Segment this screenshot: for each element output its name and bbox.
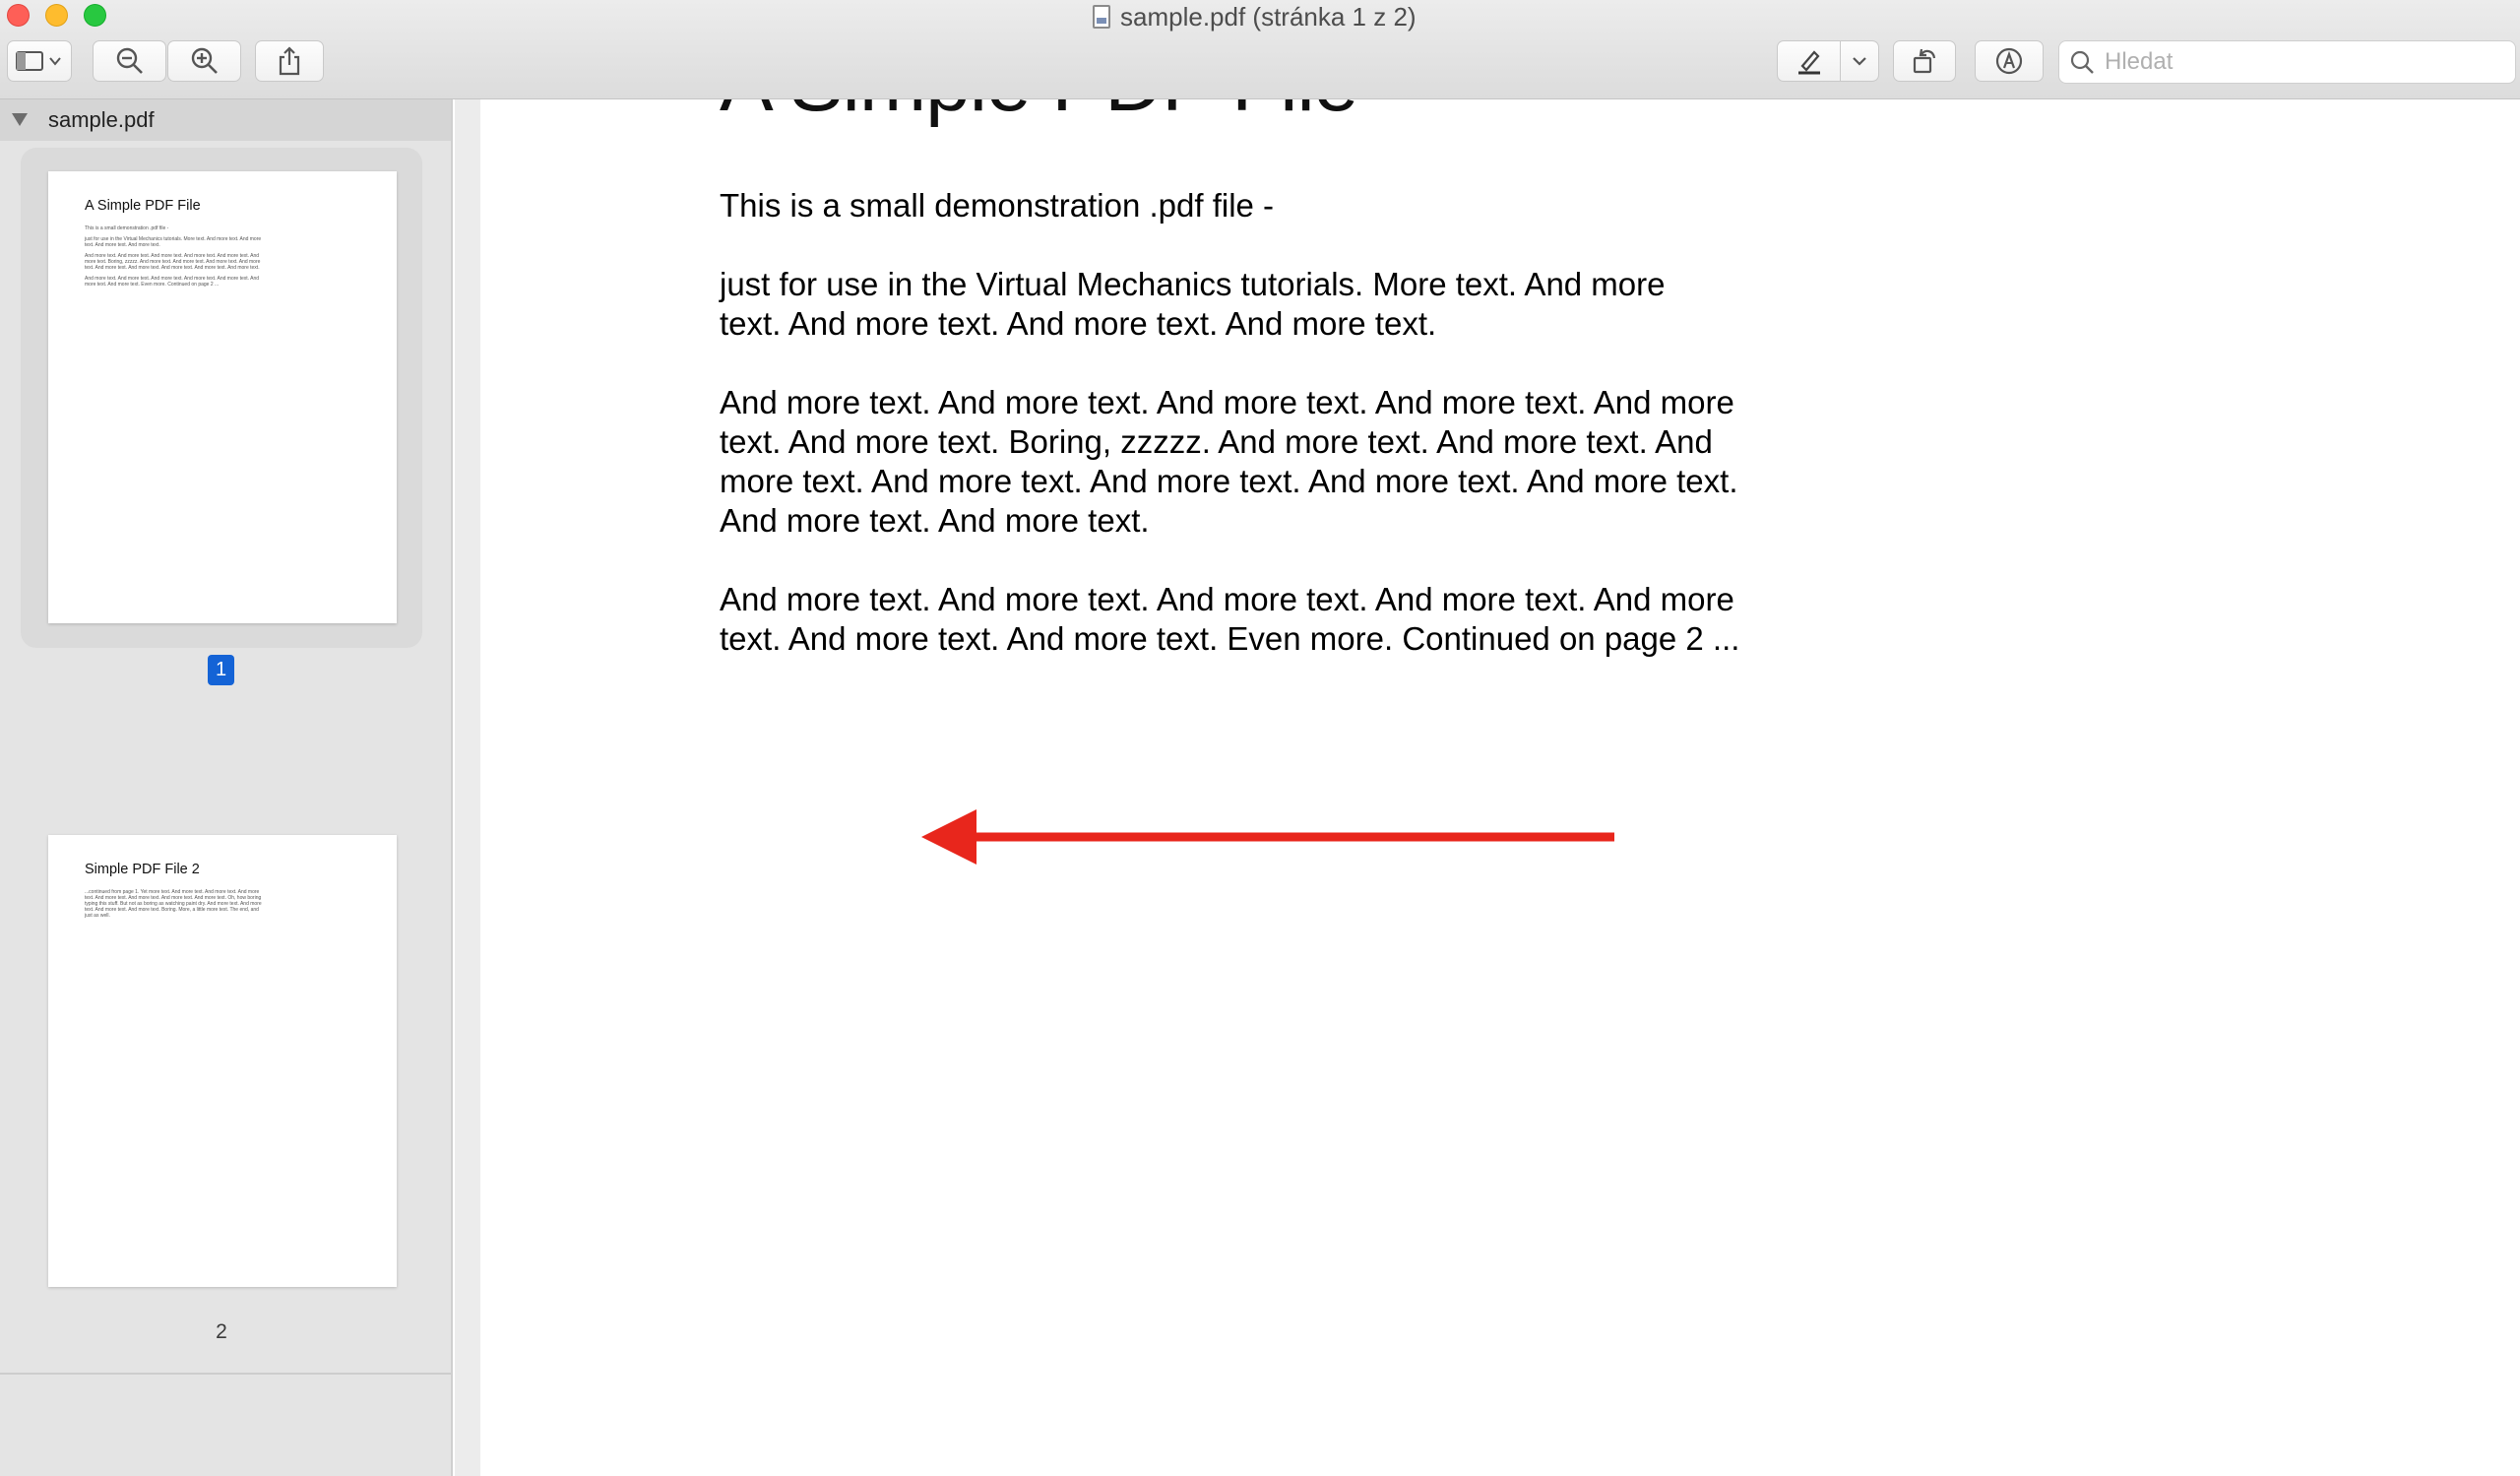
document-paragraph: This is a small demonstration .pdf file … — [720, 187, 1275, 224]
thumbnail-title: Simple PDF File 2 — [85, 862, 200, 877]
thumbnail-text-line: This is a small demonstration .pdf file … — [85, 225, 169, 231]
share-icon — [279, 46, 300, 76]
minimize-window-button[interactable] — [45, 4, 68, 27]
search-icon — [2070, 50, 2094, 74]
chevron-down-icon — [1853, 57, 1866, 66]
search-field[interactable] — [2058, 40, 2516, 84]
sidebar-file-name: sample.pdf — [48, 107, 155, 132]
rotate-button[interactable] — [1893, 40, 1956, 82]
red-arrow-annotation — [921, 809, 1614, 865]
zoom-out-button[interactable] — [93, 40, 166, 82]
highlighter-icon — [1797, 50, 1820, 75]
thumbnail-text-line: And more text. And more text. And more t… — [85, 253, 261, 271]
document-paragraph: And more text. And more text. And more t… — [720, 581, 1740, 657]
pdf-page: A Simple PDF File This is a small demons… — [480, 99, 2520, 1476]
thumbnail-text-line: And more text. And more text. And more t… — [85, 276, 260, 288]
zoom-in-icon — [191, 47, 218, 74]
share-button[interactable] — [255, 40, 324, 82]
markup-icon — [1995, 47, 2023, 75]
pdf-document-icon — [1093, 5, 1110, 29]
page-number-badge-selected: 1 — [208, 655, 234, 685]
highlight-style-dropdown[interactable] — [1841, 41, 1878, 81]
sidebar-toggle-button[interactable] — [7, 40, 72, 82]
sidebar-icon — [16, 51, 61, 71]
thumbnail-title: A Simple PDF File — [85, 198, 201, 214]
window-title: sample.pdf (stránka 1 z 2) — [1093, 0, 1417, 33]
page-thumbnail-2[interactable]: Simple PDF File 2 ...continued from page… — [48, 835, 397, 1287]
search-input[interactable] — [2105, 48, 2498, 76]
rotate-icon — [1913, 48, 1936, 74]
sidebar-file-header[interactable]: sample.pdf — [0, 99, 451, 141]
document-view[interactable]: A Simple PDF File This is a small demons… — [455, 99, 2520, 1476]
window-toolbar: sample.pdf (stránka 1 z 2) — [0, 0, 2520, 99]
zoom-in-button[interactable] — [167, 40, 241, 82]
highlight-button-group — [1777, 40, 1879, 82]
sidebar-divider — [0, 1373, 451, 1375]
page-thumbnail-1[interactable]: A Simple PDF File This is a small demons… — [48, 171, 397, 623]
highlight-button[interactable] — [1778, 41, 1841, 81]
maximize-window-button[interactable] — [84, 4, 106, 27]
markup-button[interactable] — [1975, 40, 2044, 82]
window-title-text: sample.pdf (stránka 1 z 2) — [1120, 1, 1417, 32]
thumbnail-text-line: ...continued from page 1. Yet more text.… — [85, 889, 262, 919]
document-heading-partial: A Simple PDF File — [720, 99, 1358, 130]
page-number-label: 2 — [216, 1320, 227, 1343]
zoom-out-icon — [116, 47, 143, 74]
document-paragraph: just for use in the Virtual Mechanics tu… — [720, 266, 1666, 342]
thumbnail-sidebar: sample.pdf A Simple PDF File This is a s… — [0, 99, 453, 1476]
thumbnail-text-line: just for use in the Virtual Mechanics tu… — [85, 236, 262, 248]
close-window-button[interactable] — [7, 4, 30, 27]
document-paragraph: And more text. And more text. And more t… — [720, 384, 1738, 539]
disclosure-triangle-icon[interactable] — [12, 113, 28, 126]
